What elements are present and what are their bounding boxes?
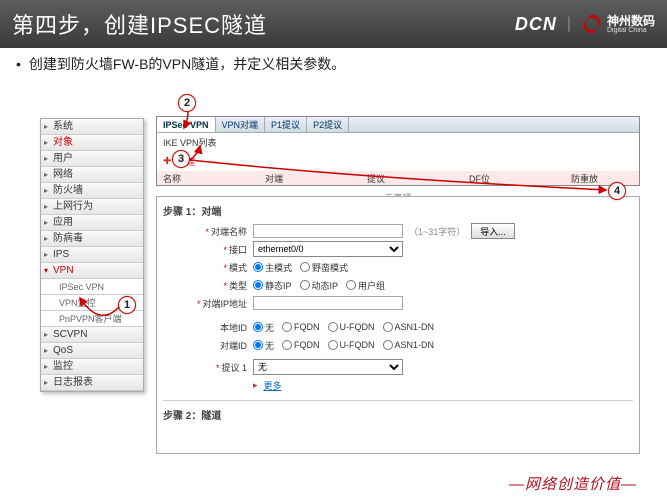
type-radios: 静态IP 动态IP 用户组 [253,279,385,292]
col-replay: 防重放 [571,172,633,185]
row-local-id: 本地ID 无FQDNU-FQDNASN1-DN [163,318,633,336]
sidebar-item-13[interactable]: SCVPN [41,327,143,343]
ui-screenshot: 系统对象用户网络防火墙上网行为应用防病毒IPSVPNIPSec VPNVPN监控… [40,98,640,454]
mode-radios: 主模式野蛮模式 [253,261,348,274]
sidebar-item-7[interactable]: 防病毒 [41,231,143,247]
row-mode: *模式 主模式野蛮模式 [163,258,633,276]
tab-1[interactable]: VPN对端 [216,117,266,132]
brand-block: DCN | 神州数码 Digital China [515,13,655,35]
row-peer-id: 对端ID 无FQDNU-FQDNASN1-DN [163,336,633,354]
local-id-option-2[interactable]: U-FQDN [328,322,375,332]
peer-name-hint: （1~31字符） [409,225,465,238]
step1-title: 步骤 1：对端 [163,203,633,218]
slide-title: 第四步，创建IPSEC隧道 [12,8,267,40]
col-proposal: 提议 [367,172,429,185]
mode-option-1[interactable]: 野蛮模式 [300,261,348,274]
ike-toolbar: ✚ 新建 [157,152,639,171]
callout-2: 2 [178,94,196,112]
mode-option-0[interactable]: 主模式 [253,261,292,274]
local-id-option-3[interactable]: ASN1-DN [383,322,435,332]
col-df: DF位 [469,172,531,185]
ike-list-title: IKE VPN列表 [163,136,217,149]
sidebar-item-9[interactable]: VPN [41,263,143,279]
brand-separator: | [567,15,571,33]
brand-dcn-logo: DCN [515,14,557,35]
sidebar-item-1[interactable]: 对象 [41,135,143,151]
bullet-icon: • [16,56,21,72]
type-option-0[interactable]: 静态IP [253,279,292,292]
brand-swirl-icon [581,13,603,35]
callout-3: 3 [172,150,190,168]
row-more: ▸ 更多 [163,376,633,394]
tab-0[interactable]: IPSec VPN [157,117,216,132]
type-option-2[interactable]: 用户组 [346,279,385,292]
row-peer-ip: *对端IP地址 [163,294,633,312]
peer-id-option-2[interactable]: U-FQDN [328,340,375,350]
row-proposal: *提议 1 无 [163,358,633,376]
sidebar-item-4[interactable]: 防火墙 [41,183,143,199]
peer-id-option-3[interactable]: ASN1-DN [383,340,435,350]
ike-list-title-row: IKE VPN列表 [157,133,639,152]
sidebar-item-10[interactable]: IPSec VPN [41,279,143,295]
peer-id-option-0[interactable]: 无 [253,339,274,352]
callout-4: 4 [608,182,626,200]
tab-bar: IPSec VPNVPN对端P1提议P2提议 [157,117,639,133]
sidebar-item-8[interactable]: IPS [41,247,143,263]
sidebar-item-3[interactable]: 网络 [41,167,143,183]
step2-title: 步骤 2：隧道 [163,407,633,422]
ipsec-list-panel: IPSec VPNVPN对端P1提议P2提议 IKE VPN列表 ✚ 新建 名称… [156,116,640,186]
sidebar-item-15[interactable]: 监控 [41,359,143,375]
sidebar-item-6[interactable]: 应用 [41,215,143,231]
local-id-option-0[interactable]: 无 [253,321,274,334]
sidebar-item-0[interactable]: 系统 [41,119,143,135]
more-link[interactable]: 更多 [264,379,282,392]
sidebar-item-5[interactable]: 上网行为 [41,199,143,215]
col-name: 名称 [163,172,225,185]
import-button[interactable]: 导入... [471,223,515,239]
interface-select[interactable]: ethernet0/0 [253,241,403,257]
row-interface: *接口 ethernet0/0 [163,240,633,258]
sidebar-item-14[interactable]: QoS [41,343,143,359]
type-option-1[interactable]: 动态IP [300,279,339,292]
row-peer-name: *对端名称 （1~31字符） 导入... [163,222,633,240]
local-id-option-1[interactable]: FQDN [282,322,320,332]
tab-3[interactable]: P2提议 [307,117,349,132]
callout-1: 1 [118,296,136,314]
peer-ip-input[interactable] [253,296,403,310]
local-id-radios: 无 FQDN U-FQDN ASN1-DN [253,321,434,334]
plus-icon: ✚ [163,156,171,167]
slide-footer: —网络创造价值— [509,473,637,494]
sidebar-item-16[interactable]: 日志报表 [41,375,143,391]
brand-digitalchina: 神州数码 Digital China [581,13,655,35]
proposal-select[interactable]: 无 [253,359,403,375]
row-type: *类型 静态IP动态IP用户组 [163,276,633,294]
peer-name-input[interactable] [253,224,403,238]
peer-id-radios: 无 FQDN U-FQDN ASN1-DN [253,339,434,352]
tab-2[interactable]: P1提议 [265,117,307,132]
expand-icon: ▸ [253,380,258,391]
nav-sidebar: 系统对象用户网络防火墙上网行为应用防病毒IPSVPNIPSec VPNVPN监控… [40,118,144,392]
peer-id-option-1[interactable]: FQDN [282,340,320,350]
slide-subtitle: •创建到防火墙FW-B的VPN隧道，并定义相关参数。 [0,48,667,76]
table-header: 名称 对端 提议 DF位 防重放 [157,171,639,185]
sidebar-item-2[interactable]: 用户 [41,151,143,167]
wizard-panel: 步骤 1：对端 *对端名称 （1~31字符） 导入... *接口 etherne… [156,196,640,454]
col-peer: 对端 [265,172,327,185]
slide-header: 第四步，创建IPSEC隧道 DCN | 神州数码 Digital China [0,0,667,48]
